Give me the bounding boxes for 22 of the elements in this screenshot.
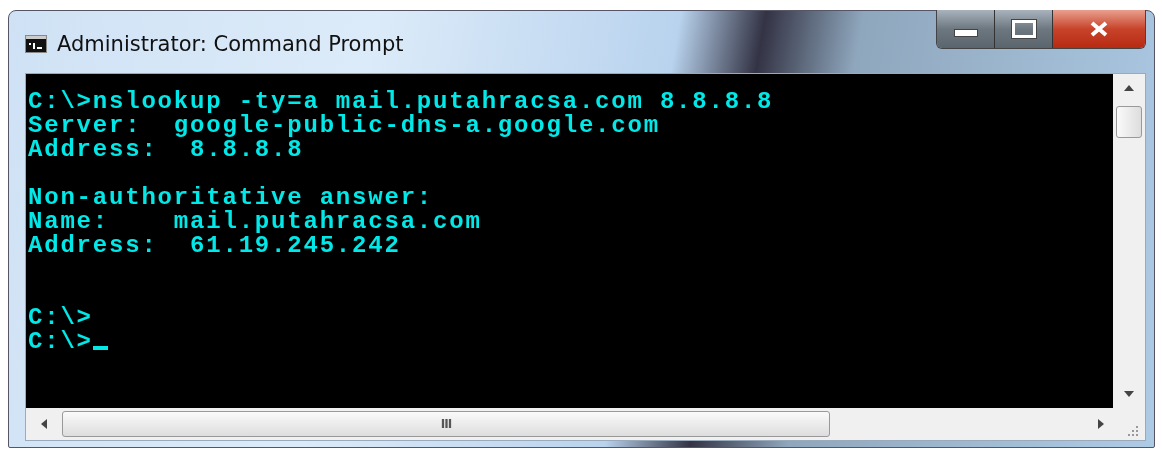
scroll-left-icon[interactable] — [40, 418, 48, 430]
console-icon — [25, 35, 47, 53]
maximize-button[interactable] — [995, 10, 1053, 48]
console-line: Server: google-public-dns-a.google.com — [28, 112, 660, 139]
console-line: C:\> — [28, 328, 93, 355]
scroll-right-icon[interactable] — [1097, 418, 1105, 430]
scrollbar-thumb[interactable] — [1116, 106, 1142, 138]
console-line: Non-authoritative answer: — [28, 184, 434, 211]
console-line: C:\> — [28, 304, 93, 331]
scroll-down-icon[interactable] — [1123, 390, 1135, 398]
console-line: Name: mail.putahracsa.com — [28, 208, 482, 235]
close-button[interactable] — [1053, 10, 1145, 48]
resize-grip-icon[interactable] — [1125, 423, 1139, 437]
console-line: Address: 61.19.245.242 — [28, 232, 401, 259]
scroll-up-icon[interactable] — [1123, 84, 1135, 92]
console-line: C:\>nslookup -ty=a mail.putahracsa.com 8.8.8.8 — [28, 88, 774, 115]
vertical-scrollbar[interactable] — [1113, 74, 1145, 408]
close-icon — [1088, 21, 1110, 37]
scrollbar-thumb[interactable]: III — [62, 411, 830, 437]
console-line: Address: 8.8.8.8 — [28, 136, 304, 163]
window-title: Administrator: Command Prompt — [57, 32, 404, 56]
minimize-button[interactable] — [937, 10, 995, 48]
